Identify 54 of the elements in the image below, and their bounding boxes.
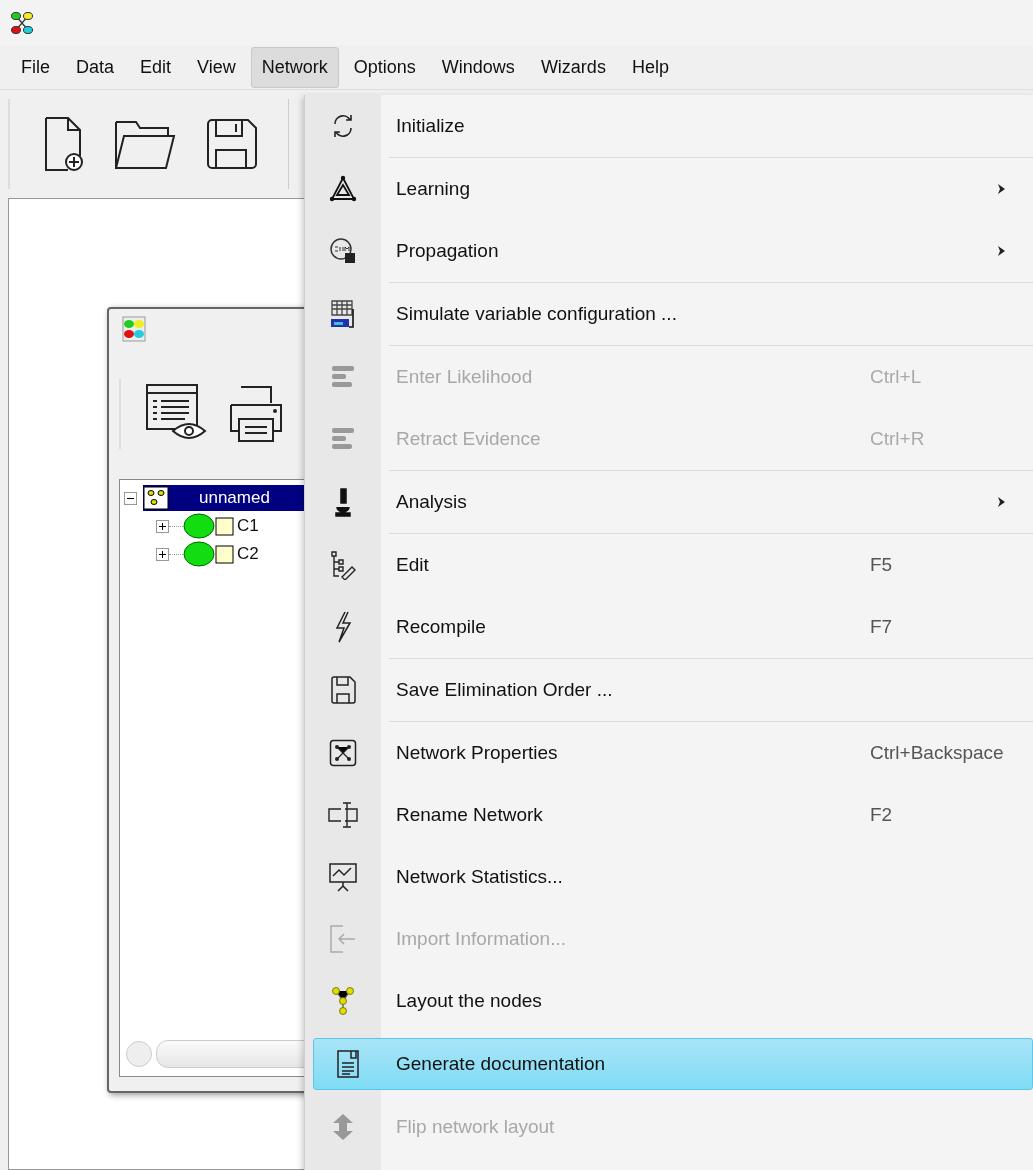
expand-toggle[interactable] (156, 547, 169, 561)
menu-item[interactable]: Save Elimination Order ... (305, 659, 1033, 721)
menu-item[interactable]: Layout the nodes (305, 970, 1033, 1032)
tree-item-label[interactable]: C2 (235, 544, 259, 564)
menu-item[interactable]: Initialize (305, 95, 1033, 157)
menu-item[interactable]: Network Statistics... (305, 846, 1033, 908)
diamond-arrows-icon (332, 1113, 354, 1141)
variable-node-icon (183, 541, 235, 567)
submenu-arrow-icon (997, 496, 1006, 508)
tree-item-label: unnamed (198, 488, 270, 508)
variable-node-icon (183, 513, 235, 539)
menu-item[interactable]: Learning (305, 158, 1033, 220)
presentation-chart-icon (328, 861, 358, 893)
microscope-icon (333, 487, 353, 517)
menu-bar-item[interactable]: View (186, 46, 247, 88)
lightning-icon (333, 611, 353, 643)
menu-bar-item[interactable]: Edit (129, 46, 183, 88)
rename-field-icon (327, 801, 359, 829)
network-file-icon (121, 315, 147, 343)
collapse-toggle[interactable] (124, 491, 137, 505)
new-file-icon[interactable] (44, 116, 84, 172)
submenu-arrow-icon (997, 245, 1006, 257)
menu-bar-item[interactable]: Windows (430, 46, 526, 88)
import-arrow-icon (329, 924, 357, 954)
menu-bar-item[interactable]: Wizards (529, 46, 617, 88)
menu-item[interactable]: Propagation (305, 220, 1033, 282)
menu-item[interactable]: Simulate variable configuration ... (305, 283, 1033, 345)
menu-item[interactable]: Network Properties Ctrl+Backspace (305, 722, 1033, 784)
bars-icon (331, 364, 355, 390)
refresh-icon (331, 113, 355, 139)
submenu-arrow-icon (997, 183, 1006, 195)
network-node-icon (143, 486, 169, 510)
app-logo-icon (10, 10, 34, 35)
menu-item[interactable]: Generate documentation (313, 1038, 1033, 1090)
folder-icon[interactable] (114, 118, 176, 170)
bars-icon (331, 426, 355, 452)
menu-item[interactable]: Edit F5 (305, 534, 1033, 596)
sum-cycle-icon (329, 237, 357, 265)
network-icon (329, 739, 357, 767)
menu-bar-item[interactable]: Options (342, 46, 427, 88)
menu-bar-item[interactable]: Help (620, 46, 680, 88)
printer-icon[interactable] (227, 385, 285, 443)
menu-bar-item[interactable]: File (10, 46, 61, 88)
triangle-nodes-icon (329, 175, 357, 203)
menu-item[interactable]: Rename Network F2 (305, 784, 1033, 846)
expand-toggle[interactable] (156, 519, 169, 533)
document-icon (335, 1049, 360, 1079)
tree-pencil-icon (329, 550, 357, 580)
grid-arrow-icon (329, 299, 357, 329)
nodes-icon (331, 987, 355, 1015)
menu-bar-item[interactable]: Data (65, 46, 126, 88)
menu-item[interactable]: Recompile F7 (305, 596, 1033, 658)
tree-item-label[interactable]: C1 (235, 516, 259, 536)
menu-bar-item[interactable]: Network (250, 46, 339, 88)
